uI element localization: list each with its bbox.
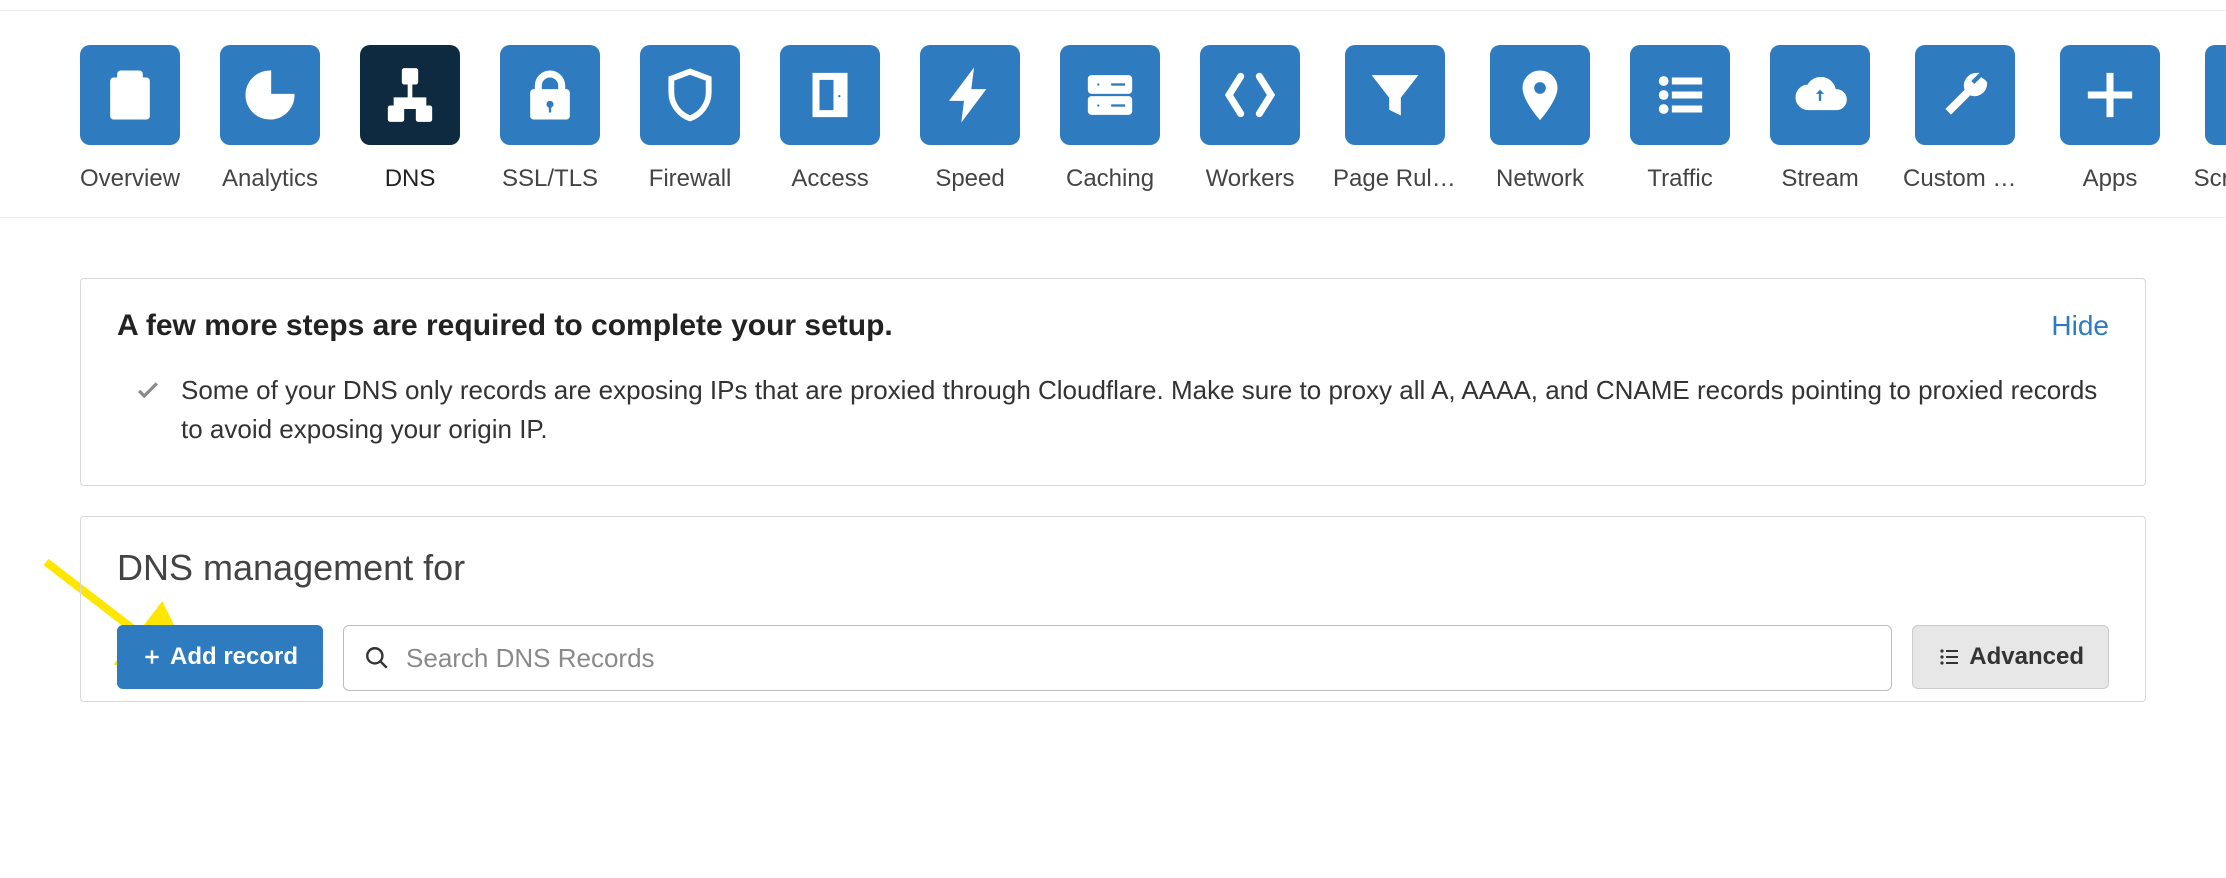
nav-item-network[interactable]: Network [1490,45,1590,193]
door-icon [780,45,880,145]
nav-label: Speed [935,165,1004,193]
nav-item-stream[interactable]: Stream [1770,45,1870,193]
nav-label: Page Rules [1333,165,1457,193]
nav-label: Caching [1066,165,1154,193]
product-nav: Overview Analytics DNS SSL/TLS Firewall … [0,11,2226,218]
nav-label: Traffic [1647,165,1712,193]
bolt-icon [920,45,1020,145]
nav-label: Stream [1781,165,1858,193]
pin-icon [1490,45,1590,145]
nav-item-workers[interactable]: Workers [1200,45,1300,193]
server-icon [1060,45,1160,145]
advanced-button[interactable]: Advanced [1912,625,2109,689]
nav-label: Network [1496,165,1584,193]
setup-title: A few more steps are required to complet… [117,309,893,343]
search-wrap[interactable] [343,625,1892,691]
wrench-icon [1915,45,2015,145]
nav-item-overview[interactable]: Overview [80,45,180,193]
shield-icon [640,45,740,145]
pie-icon [220,45,320,145]
nav-label: Apps [2083,165,2138,193]
list-icon [1937,645,1961,669]
nav-label: Scrape S… [2194,165,2226,193]
sitemap-icon [360,45,460,145]
nav-item-apps[interactable]: Apps [2060,45,2160,193]
nav-item-caching[interactable]: Caching [1060,45,1160,193]
plus-icon [2060,45,2160,145]
nav-label: SSL/TLS [502,165,598,193]
nav-item-dns[interactable]: DNS [360,45,460,193]
nav-item-analytics[interactable]: Analytics [220,45,320,193]
plus-small-icon [142,647,162,667]
hide-link[interactable]: Hide [2051,310,2109,342]
search-input[interactable] [404,642,1871,675]
lock-icon [500,45,600,145]
nav-item-firewall[interactable]: Firewall [640,45,740,193]
nav-label: Custom P… [1903,165,2027,193]
check-icon [133,377,163,407]
nav-item-access[interactable]: Access [780,45,880,193]
nav-label: Overview [80,165,180,193]
file-icon [2205,45,2226,145]
setup-panel: A few more steps are required to complet… [80,278,2146,486]
brackets-icon [1200,45,1300,145]
nav-item-speed[interactable]: Speed [920,45,1020,193]
nav-item-ssl-tls[interactable]: SSL/TLS [500,45,600,193]
nav-item-traffic[interactable]: Traffic [1630,45,1730,193]
funnel-icon [1345,45,1445,145]
add-record-button[interactable]: Add record [117,625,323,689]
nav-label: Access [791,165,868,193]
setup-message: Some of your DNS only records are exposi… [181,371,2109,449]
dns-controls: Add record Advanced [117,625,2109,691]
nav-item-page-rules[interactable]: Page Rules [1340,45,1450,193]
clipboard-icon [80,45,180,145]
nav-item-custom-pages[interactable]: Custom P… [1910,45,2020,193]
advanced-label: Advanced [1969,643,2084,671]
nav-label: Firewall [649,165,732,193]
setup-header: A few more steps are required to complet… [117,309,2109,343]
dns-title: DNS management for [117,547,2109,589]
search-icon [364,645,390,671]
nav-label: DNS [385,165,436,193]
dns-panel: DNS management for Add record Advanced [80,516,2146,702]
setup-body: Some of your DNS only records are exposi… [133,371,2109,449]
nav-label: Analytics [222,165,318,193]
page-root: Overview Analytics DNS SSL/TLS Firewall … [0,10,2226,742]
nav-item-scrape-shield[interactable]: Scrape S… [2200,45,2226,193]
add-record-label: Add record [170,643,298,671]
list-icon [1630,45,1730,145]
cloud-icon [1770,45,1870,145]
nav-label: Workers [1206,165,1295,193]
